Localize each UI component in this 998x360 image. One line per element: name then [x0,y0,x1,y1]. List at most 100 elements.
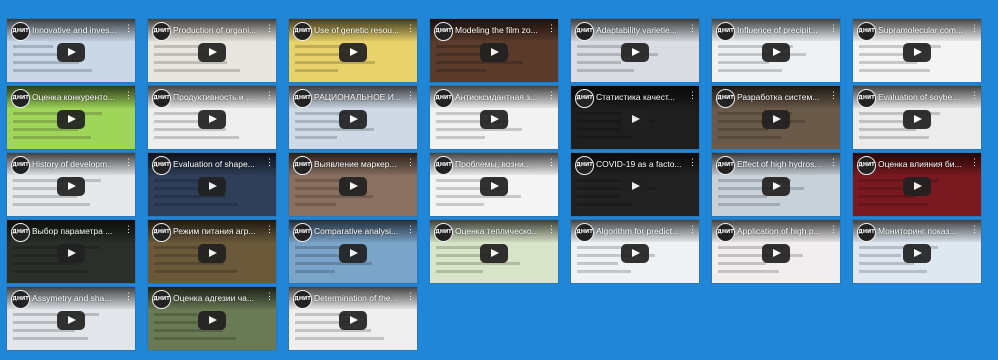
video-title[interactable]: Статистика качест... [596,92,685,102]
video-tile[interactable]: ДНИТ Статистика качест... ⋮ [570,85,700,150]
channel-logo-icon[interactable]: ДНИТ [11,22,30,41]
video-tile[interactable]: ДНИТ Оценка конкуренто... ⋮ [6,85,136,150]
play-button-icon[interactable] [621,109,649,129]
play-button-icon[interactable] [198,109,226,129]
more-options-icon[interactable]: ⋮ [970,157,979,168]
more-options-icon[interactable]: ⋮ [265,224,274,235]
channel-logo-icon[interactable]: ДНИТ [293,223,312,242]
more-options-icon[interactable]: ⋮ [829,23,838,34]
play-button-icon[interactable] [198,42,226,62]
video-tile[interactable]: ДНИТ Influence of precipit... ⋮ [711,18,841,83]
more-options-icon[interactable]: ⋮ [406,224,415,235]
video-tile[interactable]: ДНИТ Use of genetic resou... ⋮ [288,18,418,83]
more-options-icon[interactable]: ⋮ [406,90,415,101]
channel-logo-icon[interactable]: ДНИТ [716,156,735,175]
video-tile[interactable]: ДНИТ Оценка теплическо... ⋮ [429,219,559,284]
play-button-icon[interactable] [480,109,508,129]
video-title[interactable]: COVID-19 as a facto... [596,159,685,169]
video-tile[interactable]: ДНИТ Innovative and inves... ⋮ [6,18,136,83]
play-button-icon[interactable] [339,42,367,62]
video-title[interactable]: Оценка влияния би... [878,159,967,169]
video-tile[interactable]: ДНИТ Антиоксидантная з... ⋮ [429,85,559,150]
play-button-icon[interactable] [762,176,790,196]
video-title[interactable]: Algorithm for predict... [596,226,685,236]
play-button-icon[interactable] [903,243,931,263]
play-button-icon[interactable] [762,109,790,129]
more-options-icon[interactable]: ⋮ [406,23,415,34]
channel-logo-icon[interactable]: ДНИТ [434,22,453,41]
video-tile[interactable]: ДНИТ Production of organi... ⋮ [147,18,277,83]
video-title[interactable]: Innovative and inves... [32,25,121,35]
play-button-icon[interactable] [198,243,226,263]
more-options-icon[interactable]: ⋮ [547,90,556,101]
video-tile[interactable]: ДНИТ Evaluation of soybe... ⋮ [852,85,982,150]
more-options-icon[interactable]: ⋮ [265,23,274,34]
video-tile[interactable]: ДНИТ Выбор параметра ... ⋮ [6,219,136,284]
channel-logo-icon[interactable]: ДНИТ [152,223,171,242]
channel-logo-icon[interactable]: ДНИТ [11,156,30,175]
more-options-icon[interactable]: ⋮ [688,157,697,168]
video-title[interactable]: Adaptability varietie... [596,25,685,35]
channel-logo-icon[interactable]: ДНИТ [575,89,594,108]
video-tile[interactable]: ДНИТ Evaluation of shape... ⋮ [147,152,277,217]
channel-logo-icon[interactable]: ДНИТ [152,22,171,41]
video-tile[interactable]: ДНИТ РАЦИОНАЛЬНОЕ И... ⋮ [288,85,418,150]
more-options-icon[interactable]: ⋮ [265,90,274,101]
video-title[interactable]: Мониторинг показ... [878,226,967,236]
video-title[interactable]: Режим питания агр... [173,226,262,236]
video-tile[interactable]: ДНИТ Мониторинг показ... ⋮ [852,219,982,284]
channel-logo-icon[interactable]: ДНИТ [857,223,876,242]
play-button-icon[interactable] [57,243,85,263]
channel-logo-icon[interactable]: ДНИТ [293,22,312,41]
channel-logo-icon[interactable]: ДНИТ [716,223,735,242]
video-title[interactable]: History of developm... [32,159,121,169]
video-tile[interactable]: ДНИТ Режим питания агр... ⋮ [147,219,277,284]
play-button-icon[interactable] [621,42,649,62]
play-button-icon[interactable] [339,109,367,129]
play-button-icon[interactable] [621,176,649,196]
video-title[interactable]: Determination of the... [314,293,403,303]
video-tile[interactable]: ДНИТ Application of high p... ⋮ [711,219,841,284]
channel-logo-icon[interactable]: ДНИТ [575,223,594,242]
more-options-icon[interactable]: ⋮ [406,157,415,168]
video-tile[interactable]: ДНИТ Adaptability varietie... ⋮ [570,18,700,83]
video-title[interactable]: Выбор параметра ... [32,226,121,236]
channel-logo-icon[interactable]: ДНИТ [293,156,312,175]
video-tile[interactable]: ДНИТ Determination of the... ⋮ [288,286,418,351]
more-options-icon[interactable]: ⋮ [688,90,697,101]
more-options-icon[interactable]: ⋮ [970,23,979,34]
video-tile[interactable]: ДНИТ Modeling the film zo... ⋮ [429,18,559,83]
play-button-icon[interactable] [480,243,508,263]
channel-logo-icon[interactable]: ДНИТ [716,89,735,108]
more-options-icon[interactable]: ⋮ [124,23,133,34]
channel-logo-icon[interactable]: ДНИТ [11,89,30,108]
video-title[interactable]: Разработка систем... [737,92,826,102]
video-title[interactable]: Supramolecular com... [878,25,967,35]
more-options-icon[interactable]: ⋮ [124,291,133,302]
video-tile[interactable]: ДНИТ COVID-19 as a facto... ⋮ [570,152,700,217]
video-title[interactable]: Выявление маркер... [314,159,403,169]
video-title[interactable]: Modeling the film zo... [455,25,544,35]
more-options-icon[interactable]: ⋮ [265,291,274,302]
play-button-icon[interactable] [57,42,85,62]
channel-logo-icon[interactable]: ДНИТ [857,22,876,41]
channel-logo-icon[interactable]: ДНИТ [152,156,171,175]
play-button-icon[interactable] [339,243,367,263]
video-title[interactable]: Comparative analysi... [314,226,403,236]
play-button-icon[interactable] [903,109,931,129]
video-tile[interactable]: ДНИТ Разработка систем... ⋮ [711,85,841,150]
video-title[interactable]: Продуктивность и ... [173,92,262,102]
video-tile[interactable]: ДНИТ Effect of high hydros... ⋮ [711,152,841,217]
channel-logo-icon[interactable]: ДНИТ [857,156,876,175]
video-tile[interactable]: ДНИТ Проблемы, возни... ⋮ [429,152,559,217]
play-button-icon[interactable] [198,310,226,330]
more-options-icon[interactable]: ⋮ [970,90,979,101]
video-tile[interactable]: ДНИТ Supramolecular com... ⋮ [852,18,982,83]
video-title[interactable]: Effect of high hydros... [737,159,826,169]
play-button-icon[interactable] [903,176,931,196]
more-options-icon[interactable]: ⋮ [688,23,697,34]
more-options-icon[interactable]: ⋮ [970,224,979,235]
channel-logo-icon[interactable]: ДНИТ [434,223,453,242]
play-button-icon[interactable] [762,243,790,263]
play-button-icon[interactable] [480,42,508,62]
